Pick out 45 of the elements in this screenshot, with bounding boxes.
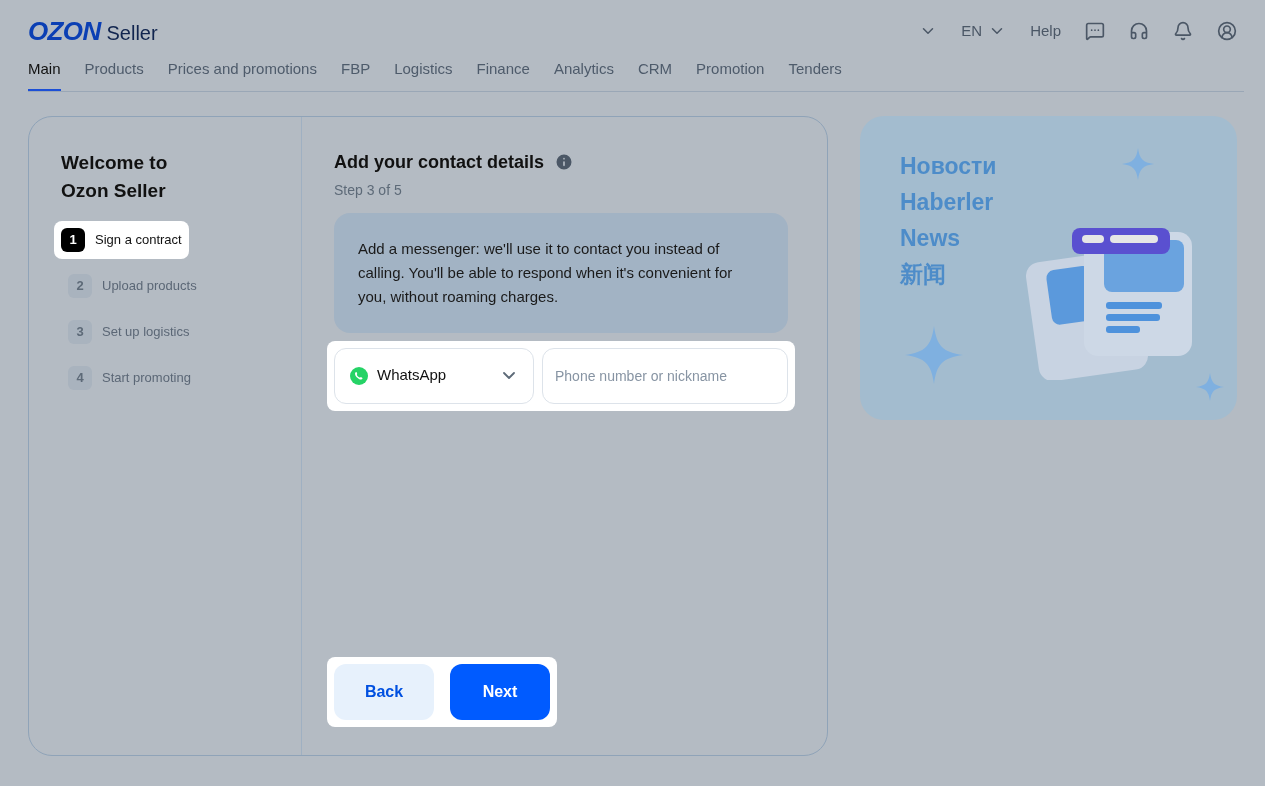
- nav-tab[interactable]: Prices and promotions: [167, 58, 317, 91]
- bell-icon[interactable]: [1173, 21, 1193, 41]
- step-item[interactable]: 4 Start promoting: [61, 358, 198, 397]
- chat-icon[interactable]: [1085, 21, 1105, 41]
- info-icon[interactable]: [554, 152, 575, 172]
- chevron-down-icon: [503, 372, 515, 379]
- messenger-select[interactable]: WhatsApp: [334, 347, 534, 404]
- contact-input-field[interactable]: Phone number or nickname: [542, 347, 788, 404]
- step-number: 2: [68, 273, 92, 298]
- nav-tab[interactable]: FBP: [340, 58, 371, 91]
- news-heading: Haberler: [900, 187, 995, 217]
- back-button[interactable]: Back: [334, 663, 434, 720]
- nav-tab[interactable]: CRM: [637, 58, 673, 91]
- user-icon[interactable]: [1217, 21, 1237, 41]
- step-item[interactable]: 1 Sign a contract: [54, 220, 189, 259]
- step-label: Sign a contract: [95, 230, 182, 249]
- step-number: 3: [68, 319, 92, 344]
- whatsapp-icon: [349, 365, 369, 386]
- nav-tab[interactable]: Products: [84, 58, 144, 91]
- step-number: 1: [61, 227, 85, 252]
- step-number: 4: [68, 365, 92, 390]
- step-label: Start promoting: [102, 368, 191, 387]
- step-item[interactable]: 3 Set up logistics: [61, 312, 197, 351]
- help-link[interactable]: Help: [1030, 19, 1061, 43]
- news-heading: News: [900, 223, 962, 253]
- next-button[interactable]: Next: [450, 663, 550, 720]
- info-note: Add a messenger: we'll use it to contact you instead of calling. You'll be able to respond when it's convenient for you, without roaming charges.: [334, 212, 788, 333]
- form-title: Add your contact details: [334, 150, 545, 174]
- step-label: Set up logistics: [102, 322, 190, 341]
- welcome-title: Welcome to Ozon Seller: [61, 150, 169, 203]
- news-heading: Новости: [900, 151, 997, 181]
- step-label: Upload products: [102, 276, 197, 295]
- step-item[interactable]: 2 Upload products: [61, 266, 204, 305]
- language-selector[interactable]: EN: [961, 19, 1007, 43]
- nav-tab[interactable]: Logistics: [394, 58, 453, 91]
- nav-tab[interactable]: Finance: [476, 58, 530, 91]
- nav-tab[interactable]: Promotion: [696, 58, 765, 91]
- ozon-logo[interactable]: OZON: [28, 11, 101, 51]
- headset-icon[interactable]: [1129, 21, 1149, 41]
- nav-tab[interactable]: Analytics: [553, 58, 614, 91]
- step-counter: Step 3 of 5: [334, 180, 403, 200]
- nav-tab[interactable]: Tenders: [788, 58, 842, 91]
- news-heading: 新闻: [900, 259, 947, 289]
- seller-logo-text: Seller: [106, 20, 158, 46]
- nav-tab[interactable]: Main: [28, 58, 61, 91]
